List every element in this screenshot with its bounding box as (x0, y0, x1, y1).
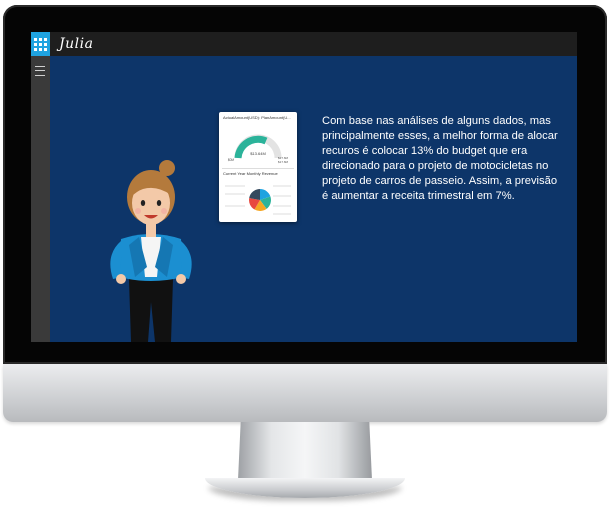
card-divider (222, 168, 294, 169)
hamburger-menu-icon[interactable] (35, 66, 45, 76)
gauge-value: $13.64M (250, 151, 266, 156)
narration-text: Com base nas análises de alguns dados, m… (322, 115, 558, 202)
pie-title: Current Year Monthly Revenue (223, 171, 278, 176)
gauge-title: ActualAmount(USD): PlanAmount(U... (223, 115, 291, 120)
sidebar (31, 56, 50, 342)
gauge-target-label: $17.6M (278, 160, 289, 164)
gauge-chart: $13.64M $0M $27.6M $17.6M (228, 134, 289, 164)
app-title: Julia (59, 36, 94, 52)
monitor-stand-base (205, 478, 405, 498)
avatar-character (110, 160, 192, 342)
grid-icon[interactable] (31, 32, 50, 56)
monitor-chin (3, 364, 607, 422)
app-screen: Julia ActualAmount(USD): PlanAmount(U...… (31, 32, 577, 342)
gauge-min-label: $0M (228, 158, 235, 162)
app-top-bar: Julia (31, 32, 577, 56)
dashboard-card[interactable]: ActualAmount(USD): PlanAmount(U... $13.6… (219, 112, 297, 222)
monitor-stand (238, 422, 372, 480)
pie-chart (225, 185, 291, 215)
